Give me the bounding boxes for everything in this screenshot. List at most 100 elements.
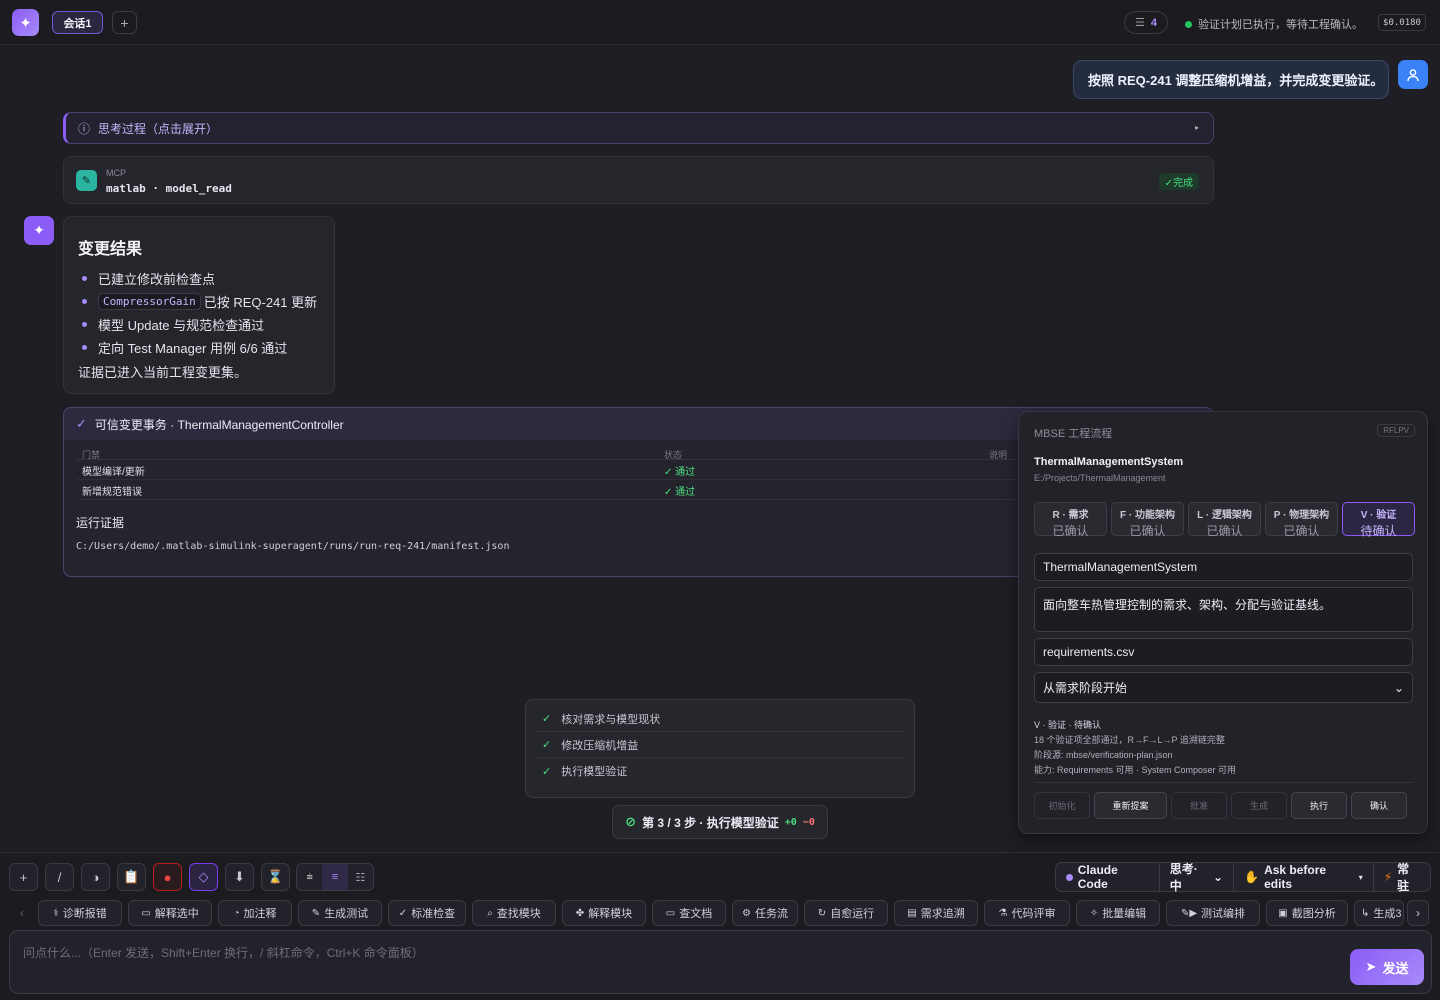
phase-name: P · 物理架构 (1273, 510, 1330, 521)
attach-plus-icon[interactable]: + (9, 863, 38, 891)
list-item-text: 已按 REQ-241 更新 (203, 295, 318, 310)
repropose-button[interactable]: 重新提案 (1094, 792, 1167, 819)
list-item-text: 定向 Test Manager 用例 6/6 通过 (98, 341, 288, 356)
check-icon: ✓ (542, 713, 552, 725)
pulse-icon: ⚕ (53, 907, 59, 919)
phase-tab-p[interactable]: P · 物理架构 已确认 (1265, 502, 1338, 538)
evidence-path[interactable]: C:/Users/demo/.matlab-simulink-superagen… (76, 541, 509, 552)
open-book-icon: ▭ (665, 907, 676, 919)
document-icon: ▤ (907, 907, 917, 919)
quick-action-req-trace[interactable]: ▤ 需求追溯 (894, 900, 978, 926)
quick-action-docs[interactable]: ▭ 查文档 (652, 900, 726, 926)
quick-action-find-block[interactable]: ⌕ 查找模块 (472, 900, 556, 926)
slash-command-icon[interactable]: / (45, 863, 74, 891)
list-item: ✓ 修改压缩机增益 (536, 732, 904, 758)
quick-action-batch-edit[interactable]: ✧ 批量编辑 (1076, 900, 1160, 926)
phase-tabs: R · 需求 已确认 F · 功能架构 已确认 L · 逻辑架构 已确认 P · 物理… (1034, 502, 1415, 538)
quick-action-label: 生成3 (1373, 908, 1402, 920)
quick-action-test-orchestrate[interactable]: ✎▶ 测试编排 (1166, 900, 1260, 926)
refresh-icon: ↻ (817, 907, 827, 919)
phase-tab-l[interactable]: L · 逻辑架构 已确认 (1188, 502, 1261, 538)
list-item-text: 已建立修改前检查点 (98, 272, 216, 287)
plan-card: ✓ 核对需求与模型现状 ✓ 修改压缩机增益 ✓ 执行模型验证 (525, 699, 915, 798)
scroll-left-icon[interactable]: ‹ (11, 900, 33, 926)
quick-action-comment[interactable]: ◔ 加注释 (218, 900, 292, 926)
quick-action-label: 解释模块 (588, 908, 633, 920)
quick-action-taskflow[interactable]: ⚙ 任务流 (732, 900, 798, 926)
quick-action-label: 查文档 (679, 908, 713, 920)
quick-action-gen-test[interactable]: ✎ 生成测试 (298, 900, 382, 926)
approve-button[interactable]: 批准 (1171, 792, 1227, 819)
status-line: 验证计划已执行，等待工程确认。 (1185, 16, 1363, 32)
speech-bubble-icon: ◔ (233, 907, 240, 919)
phase-tab-f[interactable]: F · 功能架构 已确认 (1111, 502, 1184, 538)
quick-action-label: 标准检查 (411, 908, 456, 920)
grid-view-icon[interactable]: ☷ (348, 864, 373, 890)
message-count-badge[interactable]: ☰ 4 (1124, 11, 1168, 34)
mcp-tool-card[interactable]: ✎ MCP matlab · model_read ✓完成 (63, 156, 1214, 204)
select-value: 从需求阶段开始 (1043, 681, 1128, 695)
send-button[interactable]: ➤ 发送 (1350, 949, 1424, 985)
quick-action-self-heal[interactable]: ↻ 自愈运行 (804, 900, 888, 926)
step-progress-pill[interactable]: ⊘ 第 3 / 3 步 · 执行模型验证 +0 −0 (612, 805, 828, 839)
send-arrow-icon: ➤ (1365, 959, 1377, 974)
init-button[interactable]: 初始化 (1034, 792, 1090, 819)
scroll-right-icon[interactable]: › (1407, 900, 1429, 926)
model-selector[interactable]: Claude Code (1056, 863, 1160, 891)
check-icon: ✓ (542, 739, 552, 751)
info-line: 能力: Requirements 可用 · System Composer 可用 (1034, 765, 1237, 775)
step-label: 第 3 / 3 步 · 执行模型验证 (642, 815, 779, 830)
magic-wand-icon: ✧ (1089, 907, 1099, 919)
diamond-icon[interactable]: ◇ (189, 863, 218, 891)
contrast-icon[interactable]: ◑ (81, 863, 110, 891)
quick-action-explain-selection[interactable]: ▭ 解释选中 (128, 900, 212, 926)
quick-action-diagnose[interactable]: ⚕ 诊断报错 (38, 900, 122, 926)
tab-session-1[interactable]: 会话1 (52, 11, 103, 34)
quick-action-explain-block[interactable]: ✤ 解释模块 (562, 900, 646, 926)
phase-tab-v[interactable]: V · 验证 待确认 (1342, 502, 1415, 538)
phase-info: V · 验证 · 待确认 18 个验证项全部通过，R→F→L→P 追溯链完整 阶… (1034, 718, 1236, 778)
quick-action-screenshot[interactable]: ▣ 截图分析 (1266, 900, 1348, 926)
wrench-icon: ✎ (76, 170, 97, 191)
phase-tab-r[interactable]: R · 需求 已确认 (1034, 502, 1107, 538)
add-session-button[interactable]: + (112, 11, 137, 34)
thinking-toggle[interactable]: ⓘ 思考过程（点击展开） ▸ (63, 112, 1214, 144)
start-phase-select[interactable]: 从需求阶段开始 ⌄ (1034, 672, 1413, 703)
hand-icon: ✋ (1244, 870, 1260, 884)
app-logo-sparkle-icon[interactable]: ✦ (12, 9, 39, 36)
quick-action-standard-check[interactable]: ✓ 标准检查 (388, 900, 466, 926)
list-item: ✓ 执行模型验证 (536, 758, 904, 784)
list-item: 模型 Update 与规范检查通过 (78, 313, 320, 336)
confirm-button[interactable]: 确认 (1351, 792, 1407, 819)
list-item: 已建立修改前检查点 (78, 267, 320, 290)
hourglass-icon[interactable]: ⌛ (261, 863, 290, 891)
requirements-file-input[interactable]: requirements.csv (1034, 638, 1413, 666)
gate-name: 模型编译/更新 (82, 467, 145, 478)
model-dot-icon (1066, 873, 1073, 881)
quick-action-label: 生成测试 (324, 908, 369, 920)
generate-button[interactable]: 生成 (1231, 792, 1287, 819)
mcp-label: MCP (106, 168, 126, 178)
execute-button[interactable]: 执行 (1291, 792, 1347, 819)
permission-select[interactable]: ✋ Ask before edits ▾ (1234, 863, 1374, 891)
check-icon: ✓ (542, 765, 552, 778)
list-view-icon[interactable]: ≡ (322, 864, 348, 890)
clipboard-icon[interactable]: 📋 (117, 863, 146, 891)
status-text: 验证计划已执行，等待工程确认。 (1198, 19, 1363, 31)
thinking-level-select[interactable]: 思考·中 ⌄ (1160, 862, 1235, 893)
filter-icon[interactable]: ⩧ (297, 864, 322, 890)
quick-action-code-review[interactable]: ⚗ 代码评审 (984, 900, 1070, 926)
status-dot-icon (1185, 20, 1192, 28)
mbse-title: MBSE 工程流程 (1034, 428, 1113, 440)
chat-input[interactable]: 问点什么...（Enter 发送，Shift+Enter 换行，/ 斜杠命令，C… (9, 930, 1432, 994)
evidence-label: 运行证据 (76, 516, 125, 530)
resident-mode-toggle[interactable]: ⚡ 常驻 (1374, 862, 1430, 893)
check-icon: ✓ (398, 907, 408, 919)
record-icon[interactable]: ● (153, 863, 182, 891)
quick-action-generate[interactable]: ↳ 生成3 (1354, 900, 1404, 926)
description-textarea[interactable]: 面向整车热管理控制的需求、架构、分配与验证基线。 (1034, 587, 1413, 632)
system-name-input[interactable]: ThermalManagementSystem (1034, 553, 1413, 581)
message-count: 4 (1150, 16, 1157, 29)
download-arrow-icon[interactable]: ⬇ (225, 863, 254, 891)
pencil-icon: ✎ (311, 907, 321, 919)
